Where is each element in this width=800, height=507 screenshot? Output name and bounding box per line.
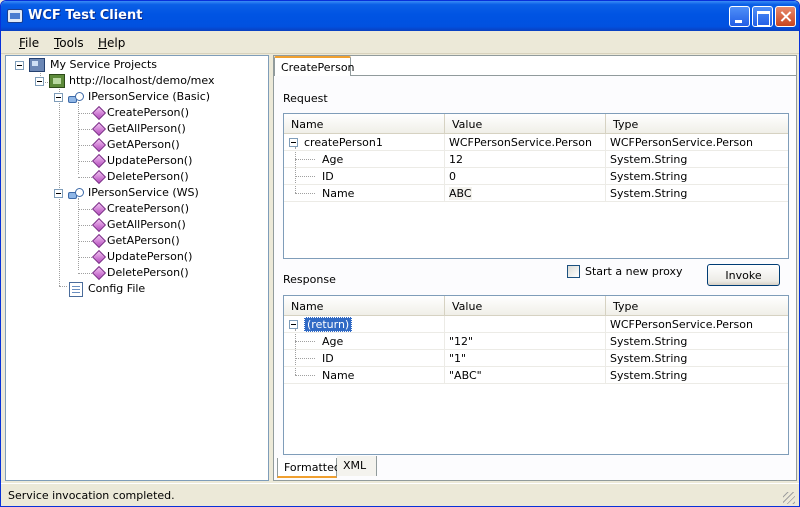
maximize-button[interactable] bbox=[752, 6, 773, 27]
request-grid-header: Name Value Type bbox=[284, 114, 788, 134]
tab-formatted[interactable]: Formatted bbox=[277, 458, 341, 478]
row-expander[interactable] bbox=[289, 138, 298, 147]
col-value[interactable]: Value bbox=[445, 296, 606, 316]
app-icon bbox=[7, 9, 23, 23]
root-expander[interactable] bbox=[15, 61, 24, 70]
response-grid-header: Name Value Type bbox=[284, 296, 788, 316]
title-bar[interactable]: WCF Test Client bbox=[1, 1, 799, 31]
endpoint-expander[interactable] bbox=[35, 77, 44, 86]
cell-type: WCFPersonService.Person bbox=[610, 318, 753, 331]
status-bar: Service invocation completed. bbox=[1, 483, 799, 506]
cell-type: System.String bbox=[610, 369, 688, 382]
request-grid[interactable]: Name Value Type createPerson1 WCFPersonS… bbox=[283, 113, 789, 259]
col-name[interactable]: Name bbox=[284, 296, 445, 316]
cell-name: ID bbox=[318, 168, 445, 185]
cell-type: System.String bbox=[610, 187, 688, 200]
cell-name: Age bbox=[318, 333, 445, 350]
config-file-icon bbox=[69, 282, 83, 297]
operation-icon bbox=[91, 217, 107, 233]
row-expander[interactable] bbox=[289, 320, 298, 329]
new-proxy-checkbox[interactable] bbox=[567, 265, 580, 278]
cell-type: System.String bbox=[610, 153, 688, 166]
table-row[interactable]: Name "ABC" System.String bbox=[284, 367, 788, 384]
operation-icon bbox=[91, 265, 107, 281]
cell-name: ID bbox=[318, 350, 445, 367]
cell-value[interactable]: 0 bbox=[445, 168, 606, 185]
contract-ws-expander[interactable] bbox=[54, 189, 63, 198]
cell-type: WCFPersonService.Person bbox=[610, 136, 753, 149]
menu-tools[interactable]: Tools bbox=[54, 36, 84, 50]
projects-icon bbox=[29, 58, 45, 72]
contract-icon bbox=[68, 92, 84, 103]
response-grid[interactable]: Name Value Type (return) WCFPersonServic… bbox=[283, 295, 789, 455]
operation-icon bbox=[91, 121, 107, 137]
tab-createperson[interactable]: CreatePerson bbox=[274, 56, 355, 76]
operation-icon bbox=[91, 169, 107, 185]
operation-icon bbox=[91, 137, 107, 153]
cell-value-editing[interactable]: ABC bbox=[445, 185, 606, 202]
operation-icon bbox=[91, 153, 107, 169]
cell-name-selected[interactable]: (return) bbox=[300, 316, 445, 333]
operation-icon bbox=[91, 233, 107, 249]
tab-xml[interactable]: XML bbox=[337, 456, 377, 476]
cell-value: "ABC" bbox=[445, 367, 606, 384]
endpoint-icon bbox=[49, 74, 65, 88]
table-row[interactable]: ID 0 System.String bbox=[284, 168, 788, 185]
operation-icon bbox=[91, 201, 107, 217]
table-row[interactable]: ID "1" System.String bbox=[284, 350, 788, 367]
resize-grip-icon[interactable] bbox=[783, 492, 795, 504]
menu-bar: File Tools Help bbox=[1, 31, 799, 54]
cell-value: "1" bbox=[445, 350, 606, 367]
cell-name: Name bbox=[318, 367, 445, 384]
service-tree[interactable]: My Service Projects http://localhost/dem… bbox=[5, 55, 269, 481]
cell-value[interactable]: 12 bbox=[445, 151, 606, 168]
close-button[interactable] bbox=[775, 6, 796, 27]
invoke-button[interactable]: Invoke bbox=[707, 264, 780, 286]
contract-icon bbox=[68, 188, 84, 199]
col-value[interactable]: Value bbox=[445, 114, 606, 134]
cell-type: System.String bbox=[610, 352, 688, 365]
request-label: Request bbox=[283, 92, 328, 105]
menu-help[interactable]: Help bbox=[98, 36, 125, 50]
menu-file[interactable]: File bbox=[19, 36, 39, 50]
cell-name: Age bbox=[318, 151, 445, 168]
col-type[interactable]: Type bbox=[606, 114, 788, 134]
response-label: Response bbox=[283, 273, 336, 286]
col-type[interactable]: Type bbox=[606, 296, 788, 316]
new-proxy-label[interactable]: Start a new proxy bbox=[585, 265, 683, 278]
operation-icon bbox=[91, 105, 107, 121]
window-title: WCF Test Client bbox=[28, 8, 143, 23]
cell-value bbox=[445, 316, 606, 333]
main-window: WCF Test Client File Tools Help My Servi… bbox=[0, 0, 800, 507]
contract-basic-expander[interactable] bbox=[54, 93, 63, 102]
cell-name: Name bbox=[318, 185, 445, 202]
table-row[interactable]: createPerson1 WCFPersonService.Person WC… bbox=[284, 134, 788, 151]
table-row[interactable]: (return) WCFPersonService.Person bbox=[284, 316, 788, 333]
cell-name: createPerson1 bbox=[300, 134, 445, 151]
status-text: Service invocation completed. bbox=[8, 489, 175, 502]
table-row[interactable]: Age "12" System.String bbox=[284, 333, 788, 350]
operation-icon bbox=[91, 249, 107, 265]
cell-type: System.String bbox=[610, 170, 688, 183]
cell-value[interactable]: WCFPersonService.Person bbox=[445, 134, 606, 151]
cell-type: System.String bbox=[610, 335, 688, 348]
cell-value: "12" bbox=[445, 333, 606, 350]
table-row[interactable]: Age 12 System.String bbox=[284, 151, 788, 168]
table-row[interactable]: Name ABC System.String bbox=[284, 185, 788, 202]
col-name[interactable]: Name bbox=[284, 114, 445, 134]
minimize-button[interactable] bbox=[729, 6, 750, 27]
